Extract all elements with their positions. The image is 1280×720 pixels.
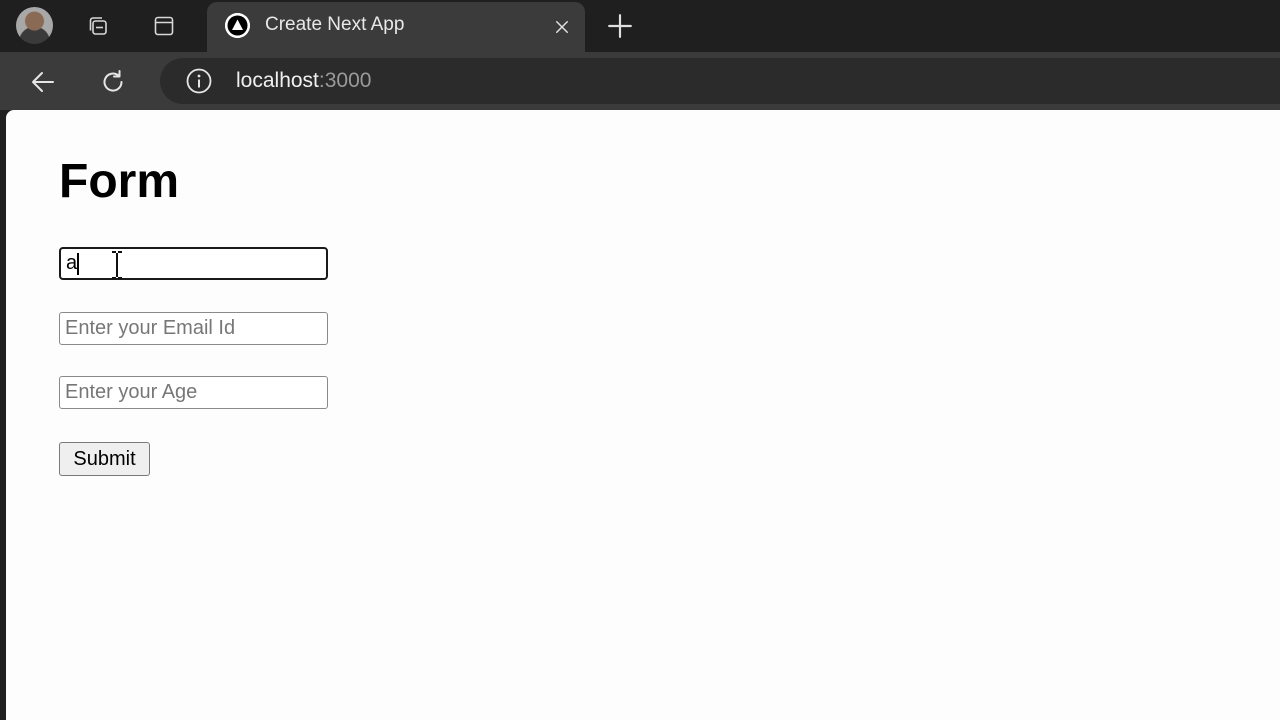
url-port: :3000 xyxy=(319,69,372,92)
info-icon[interactable] xyxy=(186,68,212,94)
tab-active[interactable]: Create Next App xyxy=(207,2,585,52)
page-title: Form xyxy=(59,154,179,209)
url-text: localhost:3000 xyxy=(236,69,371,93)
address-bar[interactable]: localhost:3000 xyxy=(160,58,1280,104)
submit-button[interactable]: Submit xyxy=(59,442,150,476)
age-input[interactable] xyxy=(59,376,328,409)
tab-title: Create Next App xyxy=(265,14,404,36)
browser-toolbar: localhost:3000 xyxy=(0,52,1280,110)
workspaces-icon[interactable] xyxy=(82,10,114,42)
nextjs-triangle-icon xyxy=(225,13,250,38)
close-icon[interactable] xyxy=(550,15,574,39)
url-host: localhost xyxy=(236,69,319,92)
text-cursor-icon xyxy=(110,250,124,280)
page-viewport: Form Submit xyxy=(6,110,1280,720)
profile-avatar[interactable] xyxy=(16,7,53,44)
reload-icon[interactable] xyxy=(96,65,130,99)
text-caret xyxy=(77,253,79,275)
tab-actions-icon[interactable] xyxy=(148,10,180,42)
name-input[interactable] xyxy=(59,247,328,280)
plus-icon[interactable] xyxy=(604,10,636,42)
back-arrow-icon[interactable] xyxy=(26,65,60,99)
tab-strip: Create Next App xyxy=(0,0,1280,52)
email-input[interactable] xyxy=(59,312,328,345)
